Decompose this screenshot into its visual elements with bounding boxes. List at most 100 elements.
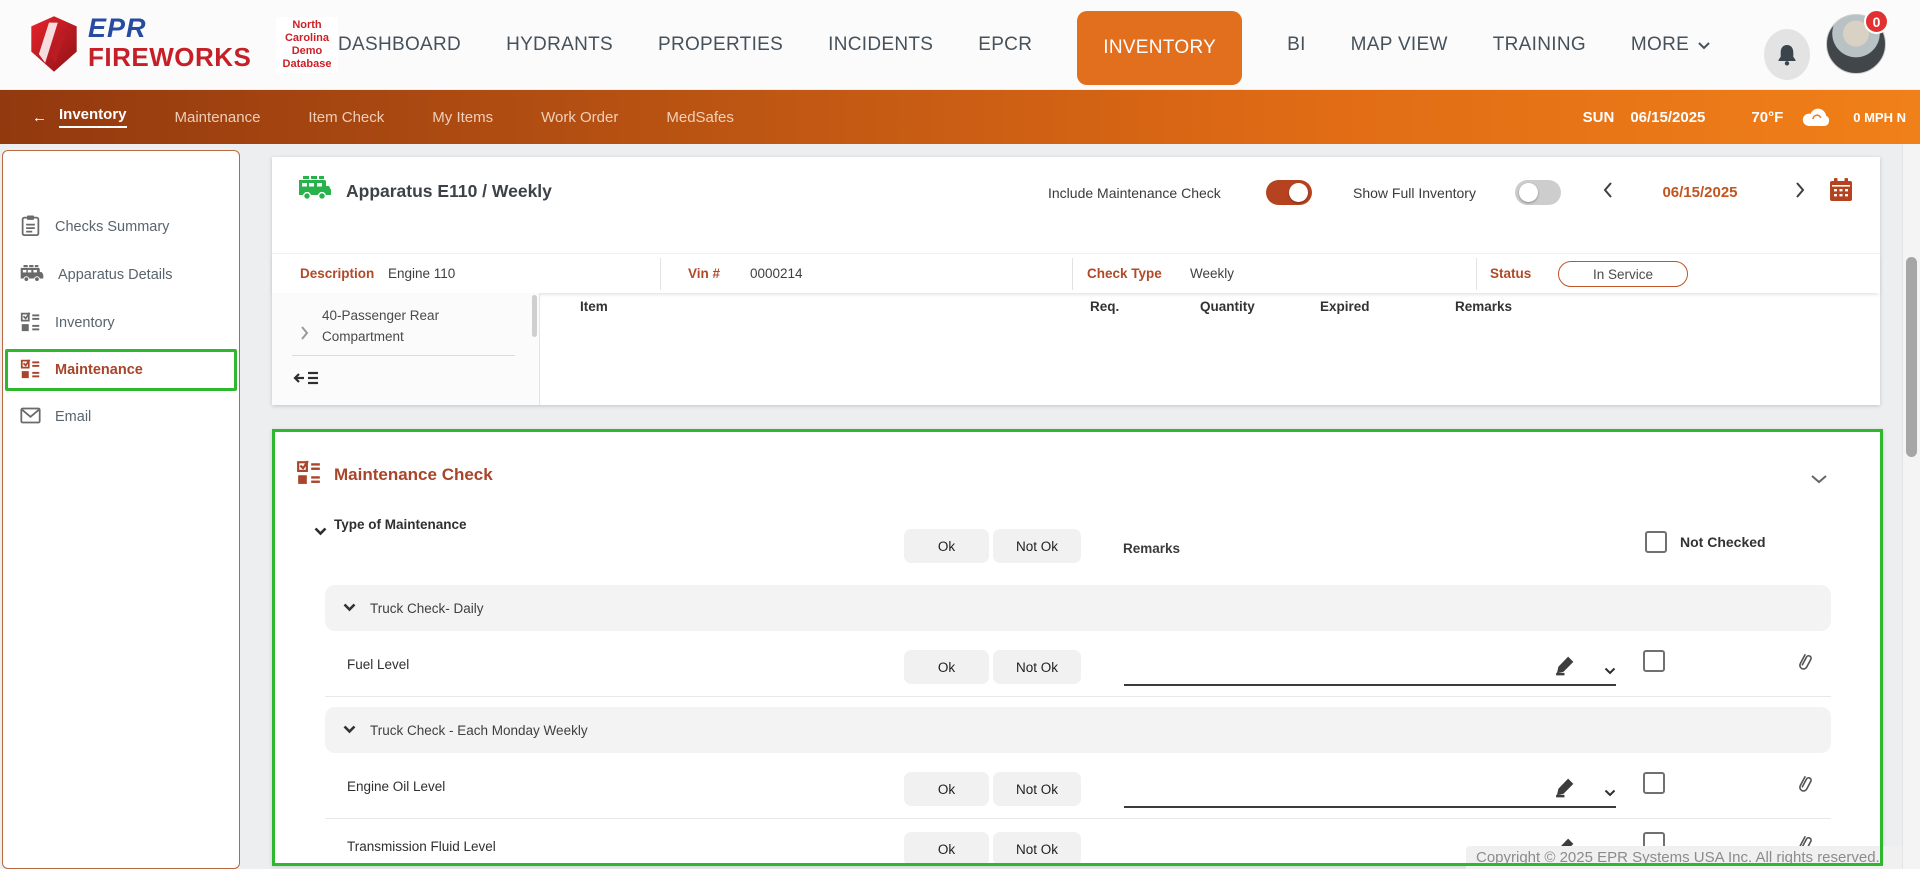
notifications-button[interactable]	[1764, 29, 1810, 80]
compartment-panel: 40-Passenger Rear Compartment	[272, 293, 540, 405]
nav-tab-label: BI	[1287, 34, 1306, 56]
back-arrow-icon[interactable]: ←	[32, 109, 47, 126]
subnav-item-my-items[interactable]: My Items	[432, 109, 493, 126]
description-label: Description	[300, 266, 374, 281]
pen-icon[interactable]	[1554, 775, 1577, 803]
nav-tab-label: INVENTORY	[1103, 37, 1216, 59]
date-selector[interactable]: 06/15/2025	[1640, 184, 1760, 201]
weather-temp: 70°F	[1751, 109, 1783, 126]
not-checked-checkbox[interactable]	[1645, 531, 1667, 553]
main-nav: DASHBOARD HYDRANTS PROPERTIES INCIDENTS EPCR…	[338, 0, 1711, 90]
sidebar-item-label: Email	[55, 409, 91, 425]
clipboard-icon	[20, 214, 41, 241]
status-label: Status	[1490, 266, 1531, 281]
subnav-item-label: MedSafes	[666, 109, 734, 126]
remark-input[interactable]	[1124, 788, 1616, 808]
column-header-req: Req.	[1090, 299, 1119, 314]
subnav-item-item-check[interactable]: Item Check	[308, 109, 384, 126]
chevron-down-icon[interactable]	[1604, 662, 1616, 680]
calendar-icon[interactable]	[1828, 177, 1854, 208]
app-logo[interactable]: EPR FIREWORKS	[28, 15, 251, 73]
weather-date: 06/15/2025	[1630, 109, 1705, 126]
logo-line1: EPR	[88, 15, 251, 42]
nav-tab-label: MORE	[1631, 34, 1689, 56]
chevron-right-icon[interactable]	[300, 325, 309, 346]
column-header-item: Item	[580, 299, 608, 314]
sidebar-item-email[interactable]: Email	[3, 393, 239, 441]
row-checkbox[interactable]	[1643, 650, 1665, 672]
nav-tab-label: HYDRANTS	[506, 34, 613, 56]
nav-tab-incidents[interactable]: INCIDENTS	[828, 34, 933, 56]
ok-button[interactable]: Ok	[904, 772, 989, 806]
sidebar-item-checks-summary[interactable]: Checks Summary	[3, 203, 239, 251]
description-value: Engine 110	[388, 266, 455, 281]
scrollbar-thumb[interactable]	[1906, 257, 1917, 457]
group-header-truck-check-daily[interactable]: Truck Check- Daily	[325, 585, 1831, 631]
nav-tab-epcr[interactable]: EPCR	[978, 34, 1032, 56]
compartment-item[interactable]: 40-Passenger Rear Compartment	[322, 305, 482, 347]
type-of-maintenance-label: Type of Maintenance	[334, 517, 467, 532]
next-date-button[interactable]	[1794, 181, 1806, 204]
not-ok-button[interactable]: Not Ok	[993, 772, 1081, 806]
nav-tab-more[interactable]: MORE	[1631, 34, 1711, 56]
nav-tab-training[interactable]: TRAINING	[1493, 34, 1586, 56]
nav-tab-dashboard[interactable]: DASHBOARD	[338, 34, 461, 56]
maintenance-item-label: Transmission Fluid Level	[347, 839, 496, 854]
pen-icon[interactable]	[1554, 653, 1577, 681]
nav-tab-inventory[interactable]: INVENTORY	[1077, 11, 1242, 85]
group-label: Truck Check- Daily	[370, 601, 484, 616]
chevron-down-icon[interactable]	[1604, 784, 1616, 802]
group-header-truck-check-each-monday-weekly[interactable]: Truck Check - Each Monday Weekly	[325, 707, 1831, 753]
column-header-quantity: Quantity	[1200, 299, 1255, 314]
remarks-column-label: Remarks	[1123, 541, 1180, 556]
ok-button[interactable]: Ok	[904, 650, 989, 684]
sidebar-item-label: Inventory	[55, 315, 115, 331]
ok-all-button[interactable]: Ok	[904, 529, 989, 563]
left-sidebar: Checks Summary Apparatus Details Invento…	[2, 150, 240, 869]
column-header-expired: Expired	[1320, 299, 1370, 314]
nav-tab-map-view[interactable]: MAP VIEW	[1351, 34, 1448, 56]
nav-tab-label: INCIDENTS	[828, 34, 933, 56]
subnav-item-medsafes[interactable]: MedSafes	[666, 109, 734, 126]
not-ok-button[interactable]: Not Ok	[993, 650, 1081, 684]
show-full-inventory-toggle[interactable]	[1515, 180, 1561, 205]
maintenance-check-title: Maintenance Check	[334, 465, 493, 485]
top-header: EPR FIREWORKS North Carolina Demo Databa…	[0, 0, 1920, 90]
collapse-section-chevron-icon[interactable]	[1810, 471, 1828, 489]
sidebar-item-apparatus-details[interactable]: Apparatus Details	[3, 251, 239, 299]
envelope-icon	[20, 407, 41, 428]
not-checked-label: Not Checked	[1680, 534, 1766, 550]
nav-tab-bi[interactable]: BI	[1287, 34, 1306, 56]
remark-input[interactable]	[1124, 666, 1616, 686]
sidebar-item-label: Checks Summary	[55, 219, 169, 235]
paperclip-icon[interactable]	[1794, 773, 1814, 801]
apparatus-truck-icon	[298, 175, 332, 206]
panel-scrollbar[interactable]	[532, 295, 537, 337]
collapse-panel-icon[interactable]	[292, 369, 320, 392]
nav-tab-label: MAP VIEW	[1351, 34, 1448, 56]
maintenance-row-engine-oil-level: Engine Oil LevelOkNot Ok	[272, 759, 1883, 819]
weather-day: SUN	[1583, 109, 1615, 126]
sidebar-item-maintenance[interactable]: Maintenance	[5, 349, 237, 391]
include-maintenance-check-toggle[interactable]	[1266, 180, 1312, 205]
nav-tab-hydrants[interactable]: HYDRANTS	[506, 34, 613, 56]
page-scrollbar[interactable]	[1902, 144, 1920, 869]
ok-button[interactable]: Ok	[904, 832, 989, 866]
notification-count-badge: 0	[1864, 9, 1889, 34]
sidebar-item-inventory[interactable]: Inventory	[3, 299, 239, 347]
not-ok-all-button[interactable]: Not Ok	[993, 529, 1081, 563]
database-badge: North Carolina Demo Database	[276, 17, 338, 73]
nav-tab-label: PROPERTIES	[658, 34, 783, 56]
paperclip-icon[interactable]	[1794, 651, 1814, 679]
type-of-maintenance-caret-icon[interactable]	[314, 523, 327, 541]
subnav-item-maintenance[interactable]: Maintenance	[175, 109, 261, 126]
checklist-icon	[20, 311, 41, 336]
user-avatar[interactable]: 0	[1826, 14, 1886, 74]
subnav-item-work-order[interactable]: Work Order	[541, 109, 618, 126]
subnav-item-inventory[interactable]: ←Inventory	[32, 106, 127, 128]
row-checkbox[interactable]	[1643, 772, 1665, 794]
not-ok-button[interactable]: Not Ok	[993, 832, 1081, 866]
column-header-remarks: Remarks	[1455, 299, 1512, 314]
previous-date-button[interactable]	[1602, 181, 1614, 204]
nav-tab-properties[interactable]: PROPERTIES	[658, 34, 783, 56]
